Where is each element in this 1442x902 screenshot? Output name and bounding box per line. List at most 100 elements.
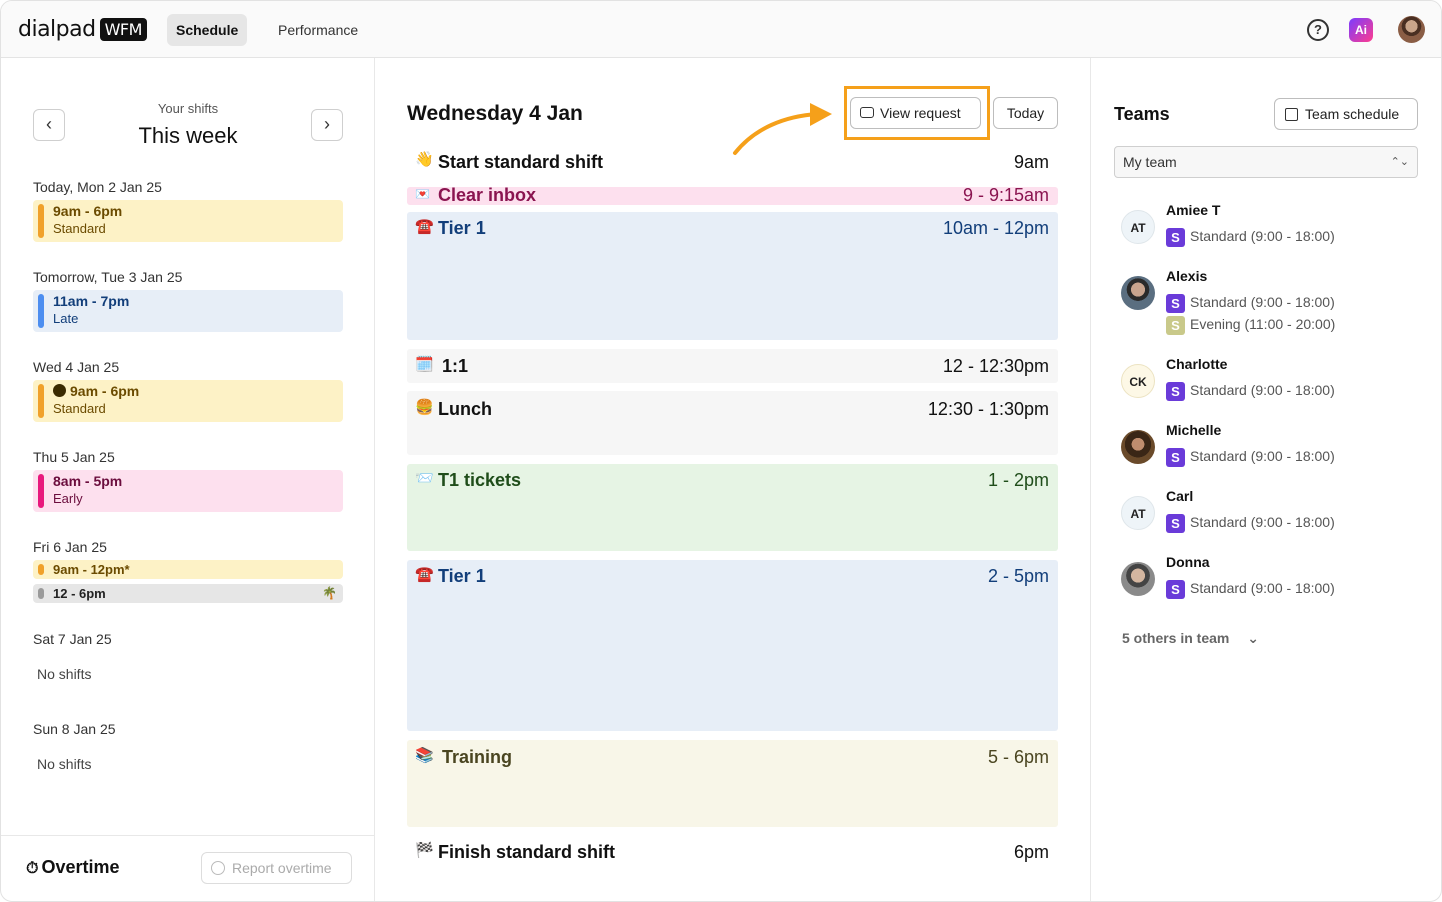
love-letter-icon: 💌	[415, 187, 430, 201]
report-overtime-label: Report overtime	[232, 860, 332, 876]
telephone-icon: ☎️	[415, 218, 434, 235]
calendar-icon	[1285, 108, 1298, 121]
view-request-button[interactable]: View request	[850, 97, 981, 129]
report-overtime-button[interactable]: Report overtime	[201, 852, 352, 884]
palm-tree-icon: 🌴	[322, 586, 337, 600]
member-shift: S Standard (9:00 - 18:00)	[1166, 514, 1335, 533]
day-label: Wed 4 Jan 25	[33, 359, 120, 375]
telephone-icon: ☎️	[415, 566, 434, 583]
shift-time: 8am - 5pm	[53, 473, 123, 489]
shift-card[interactable]: 9am - 6pm Standard	[33, 200, 343, 242]
shift-time: 11am - 7pm	[53, 293, 130, 309]
event-time: 2 - 5pm	[987, 566, 1049, 586]
stopwatch-icon: ⏱	[26, 860, 39, 877]
shift-type: Early	[53, 491, 83, 506]
shift-type: Late	[53, 311, 79, 326]
event-name: Tier 1	[438, 218, 486, 238]
shift-card[interactable]: 11am - 7pm Late	[33, 290, 343, 332]
my-shifts-panel: ‹ Your shifts This week › Today, Mon 2 J…	[1, 58, 375, 901]
no-shifts-text: No shifts	[37, 756, 92, 772]
team-select-value: My team	[1123, 154, 1177, 170]
shift-card[interactable]: 9am - 12pm*	[33, 560, 343, 579]
member-shift: S Standard (9:00 - 18:00)	[1166, 294, 1335, 313]
avatar	[1121, 562, 1155, 596]
shift-color-bar	[38, 588, 44, 599]
others-in-team-toggle[interactable]: 5 others in team ⌄	[1122, 630, 1259, 647]
schedule-event[interactable]: 💌 Clear inbox 9 - 9:15am	[407, 185, 1058, 205]
logo-text: dialpad	[18, 17, 96, 42]
avatar: AT	[1121, 496, 1155, 530]
today-button[interactable]: Today	[993, 97, 1058, 129]
member-name: Michelle	[1166, 422, 1222, 438]
envelope-icon: 📨	[415, 470, 434, 487]
tab-schedule[interactable]: Schedule	[167, 14, 248, 46]
calendar-icon: 🗓️	[415, 356, 434, 373]
avatar	[1121, 430, 1155, 464]
schedule-event[interactable]: 🗓️ 1:1 12 - 12:30pm	[407, 349, 1058, 383]
day-label: Tomorrow, Tue 3 Jan 25	[33, 269, 183, 285]
member-shift: S Standard (9:00 - 18:00)	[1166, 448, 1335, 467]
event-time: 12 - 12:30pm	[942, 356, 1049, 376]
next-week-button[interactable]: ›	[311, 109, 343, 141]
checkered-flag-icon: 🏁	[415, 842, 434, 859]
teams-title: Teams	[1114, 104, 1170, 124]
shift-time: 9am - 6pm	[70, 383, 140, 399]
chevron-up-down-icon: ⌃⌄	[1390, 156, 1409, 168]
day-label: Today, Mon 2 Jan 25	[33, 179, 162, 195]
chevron-down-icon: ⌄	[1247, 630, 1259, 646]
event-name: Clear inbox	[438, 185, 537, 205]
schedule-event[interactable]: ☎️ Tier 1 2 - 5pm	[407, 560, 1058, 731]
view-request-label: View request	[880, 105, 961, 121]
shift-badge: S	[1166, 316, 1185, 335]
shift-time: 12 - 6pm	[53, 586, 106, 601]
no-shifts-text: No shifts	[37, 666, 92, 682]
shift-card-selected[interactable]: 9am - 6pm Standard	[33, 380, 343, 422]
burger-icon: 🍔	[415, 399, 434, 416]
schedule-event[interactable]: 🍔 Lunch 12:30 - 1:30pm	[407, 391, 1058, 455]
schedule-event-start[interactable]: 👋 Start standard shift 9am	[407, 146, 1058, 178]
member-name: Charlotte	[1166, 356, 1228, 372]
top-navigation-bar: dialpad WFM Schedule Performance ? Ai	[1, 1, 1441, 58]
dialpad-wfm-logo[interactable]: dialpad WFM	[18, 17, 147, 42]
day-title: Wednesday 4 Jan	[407, 102, 583, 125]
ai-assistant-icon[interactable]: Ai	[1349, 18, 1373, 42]
previous-week-button[interactable]: ‹	[33, 109, 65, 141]
team-schedule-label: Team schedule	[1305, 106, 1400, 122]
waving-hand-icon: 👋	[415, 151, 434, 168]
chevron-right-icon: ›	[324, 114, 330, 134]
shift-card[interactable]: 8am - 5pm Early	[33, 470, 343, 512]
schedule-event-finish[interactable]: 🏁 Finish standard shift 6pm	[407, 836, 1058, 868]
avatar	[1121, 276, 1155, 310]
overtime-title: ⏱ Overtime	[26, 857, 120, 877]
shift-color-bar	[38, 204, 44, 238]
event-time: 9am	[1013, 152, 1049, 172]
user-avatar[interactable]	[1398, 16, 1425, 43]
shift-time: 9am - 12pm*	[53, 562, 130, 577]
event-time: 5 - 6pm	[987, 747, 1049, 767]
member-shift: S Standard (9:00 - 18:00)	[1166, 382, 1335, 401]
tab-performance[interactable]: Performance	[269, 14, 367, 46]
schedule-event[interactable]: 📨 T1 tickets 1 - 2pm	[407, 464, 1058, 551]
avatar: AT	[1121, 210, 1155, 244]
event-name: Tier 1	[438, 566, 486, 586]
clock-icon	[53, 384, 66, 397]
shift-color-bar	[38, 474, 44, 508]
help-icon[interactable]: ?	[1307, 19, 1329, 41]
event-time: 9 - 9:15am	[962, 185, 1049, 205]
shift-badge: S	[1166, 228, 1185, 247]
schedule-event[interactable]: 📚 Training 5 - 6pm	[407, 740, 1058, 827]
shifts-caption: Your shifts	[157, 101, 219, 116]
day-label: Fri 6 Jan 25	[33, 539, 107, 555]
event-name: Start standard shift	[438, 152, 604, 172]
event-time: 1 - 2pm	[987, 470, 1049, 490]
clock-icon	[211, 861, 225, 875]
shift-badge: S	[1166, 382, 1185, 401]
shift-badge: S	[1166, 514, 1185, 533]
shift-card[interactable]: 12 - 6pm 🌴	[33, 584, 343, 603]
schedule-event[interactable]: ☎️ Tier 1 10am - 12pm	[407, 212, 1058, 340]
team-select[interactable]: My team ⌃⌄	[1114, 146, 1418, 178]
team-schedule-button[interactable]: Team schedule	[1274, 98, 1418, 130]
logo-badge: WFM	[99, 18, 147, 41]
app-window: dialpad WFM Schedule Performance ? Ai ‹ …	[0, 0, 1442, 902]
event-name: Training	[442, 747, 513, 767]
